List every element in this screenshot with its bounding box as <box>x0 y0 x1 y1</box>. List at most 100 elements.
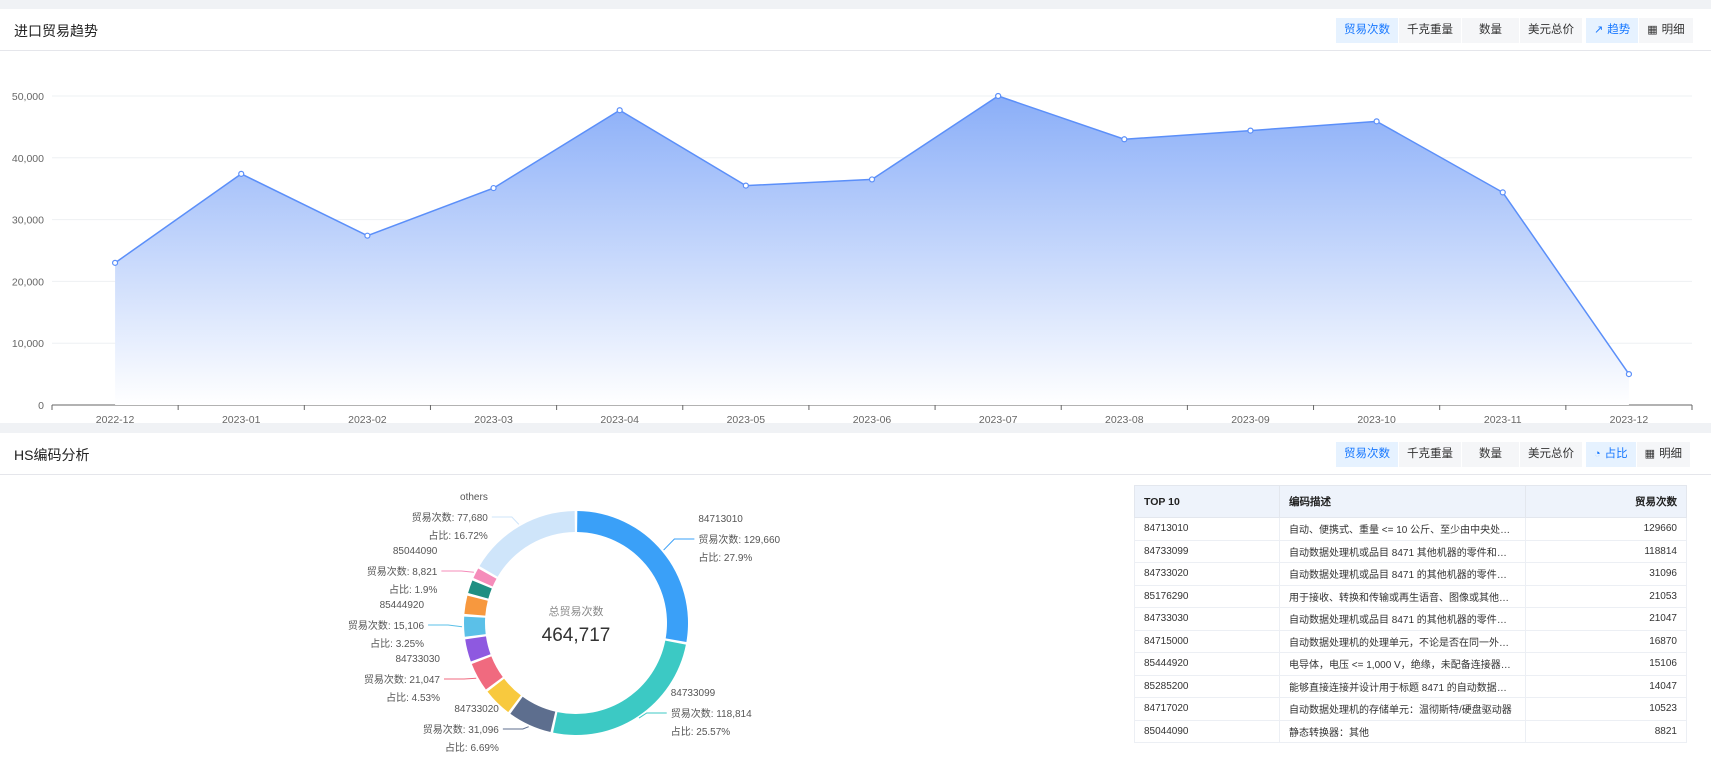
x-tick-label: 2023-08 <box>1105 414 1144 423</box>
table-header-row: TOP 10 编码描述 贸易次数 <box>1134 485 1687 518</box>
table-row[interactable]: 84733020 自动数据处理机或品目 8471 的其他机器的零件和配... 310… <box>1134 562 1687 586</box>
trend-panel: 进口贸易趋势 贸易次数 千克重量 数量 美元总价 ↗ 趋势 ▦ 明细 0 10,000 20,0… <box>0 9 1711 423</box>
x-tick-label: 2023-10 <box>1357 414 1396 423</box>
donut-slice-84733020 <box>510 696 556 733</box>
table-cell-count: 129660 <box>1525 517 1687 541</box>
slice-label-pct: 占比: 25.57% <box>671 725 731 738</box>
slice-label-code: 85044090 <box>393 546 438 557</box>
donut-slice-84713010 <box>577 511 688 642</box>
col-header-description[interactable]: 编码描述 <box>1279 485 1526 518</box>
slice-label-count: 贸易次数: 77,680 <box>412 511 489 524</box>
table-row[interactable]: 85176290 用于接收、转换和传输或再生语音、图像或其他数据... 21053 <box>1134 584 1687 608</box>
table-cell-desc: 用于接收、转换和传输或再生语音、图像或其他数据... <box>1279 584 1526 608</box>
table-cell-code: 84713010 <box>1134 517 1280 541</box>
hs-metric-button-3[interactable]: 美元总价 <box>1520 442 1583 467</box>
table-row[interactable]: 85044090 静态转换器：其他 8821 <box>1134 719 1687 743</box>
pie-chart-icon: ◔ <box>1594 448 1601 460</box>
table-row[interactable]: 84715000 自动数据处理机的处理单元，不论是否在同一外壳内... 16870 <box>1134 629 1687 653</box>
data-point <box>364 232 371 239</box>
y-tick-label: 20,000 <box>12 276 44 288</box>
col-header-count[interactable]: 贸易次数 <box>1525 485 1687 518</box>
table-cell-count: 118814 <box>1525 539 1687 563</box>
table-cell-code: 85044090 <box>1134 719 1280 743</box>
table-cell-code: 84733020 <box>1134 562 1280 586</box>
slice-label-count: 贸易次数: 31,096 <box>423 723 500 736</box>
data-point <box>742 182 749 189</box>
table-cell-desc: 静态转换器：其他 <box>1279 719 1526 743</box>
table-cell-code: 84717020 <box>1134 697 1280 721</box>
slice-label-code: 84733030 <box>396 654 441 665</box>
hs-panel-title: HS编码分析 <box>14 447 90 463</box>
trend-metric-button-1[interactable]: 千克重量 <box>1399 18 1462 43</box>
table-cell-count: 21047 <box>1525 607 1687 631</box>
table-row[interactable]: 84717020 自动数据处理机的存储单元：温彻斯特/硬盘驱动器 10523 <box>1134 697 1687 721</box>
data-point <box>1625 371 1633 378</box>
donut-center-label: 总贸易次数 <box>549 604 604 618</box>
x-tick-label: 2023-12 <box>1610 414 1649 423</box>
hs-metric-switch: 贸易次数 千克重量 数量 美元总价 <box>1336 442 1583 467</box>
label-leader-84733030 <box>444 677 477 680</box>
table-cell-count: 8821 <box>1525 719 1687 743</box>
table-cell-code: 85285200 <box>1134 674 1280 698</box>
trend-view-button-1[interactable]: ▦ 明细 <box>1639 18 1694 43</box>
data-point <box>1247 127 1254 134</box>
table-row[interactable]: 84733099 自动数据处理机或品目 8471 其他机器的零件和配件... 118… <box>1134 539 1687 563</box>
trend-view-label-1: 明细 <box>1661 24 1685 36</box>
trend-metric-button-3[interactable]: 美元总价 <box>1520 18 1583 43</box>
y-tick-label: 0 <box>38 400 44 412</box>
table-cell-count: 15106 <box>1525 652 1687 676</box>
slice-label-pct: 占比: 16.72% <box>428 529 488 542</box>
hs-metric-button-0[interactable]: 贸易次数 <box>1336 442 1399 467</box>
hs-panel: HS编码分析 贸易次数 千克重量 数量 美元总价 ◔ 占比 ▦ 明细 总贸易次数 464,71… <box>0 433 1711 783</box>
col-header-top10[interactable]: TOP 10 <box>1134 485 1280 518</box>
trend-metric-button-2[interactable]: 数量 <box>1462 18 1520 43</box>
slice-label-code: 84733099 <box>671 688 716 699</box>
data-point <box>995 92 1002 100</box>
data-point <box>238 170 245 177</box>
x-tick-label: 2022-12 <box>96 414 135 423</box>
table-cell-count: 31096 <box>1525 562 1687 586</box>
trend-panel-header: 进口贸易趋势 贸易次数 千克重量 数量 美元总价 ↗ 趋势 ▦ 明细 <box>0 9 1711 51</box>
trend-view-button-0[interactable]: ↗ 趋势 <box>1586 18 1640 43</box>
slice-label-count: 贸易次数: 8,821 <box>367 565 438 578</box>
hs-view-label-0: 占比 <box>1604 448 1628 460</box>
x-tick-label: 2023-09 <box>1231 414 1270 423</box>
x-tick-label: 2023-04 <box>600 414 639 423</box>
x-tick-label: 2023-11 <box>1484 414 1522 423</box>
table-row[interactable]: 84733030 自动数据处理机或品目 8471 的其他机器的零件和附... 210… <box>1134 607 1687 631</box>
donut-slice-85444920 <box>463 616 486 637</box>
label-leader-others <box>491 516 520 525</box>
hs-metric-button-2[interactable]: 数量 <box>1462 442 1520 467</box>
table-cell-count: 16870 <box>1525 629 1687 653</box>
x-tick-label: 2023-02 <box>348 414 387 423</box>
slice-label-pct: 占比: 4.53% <box>386 691 440 704</box>
table-cell-count: 21053 <box>1525 584 1687 608</box>
hs-view-button-1[interactable]: ▦ 明细 <box>1636 442 1692 467</box>
slice-label-code: 84733020 <box>454 704 499 715</box>
table-cell-desc: 能够直接连接并设计用于标题 8471 的自动数据处理... <box>1279 674 1526 698</box>
table-row[interactable]: 85444920 电导体，电压 <= 1,000 V，绝缘，未配备连接器，其...… <box>1134 652 1687 676</box>
label-leader-84733099 <box>638 712 667 719</box>
label-leader-85044090 <box>441 570 474 573</box>
table-icon: ▦ <box>1644 448 1656 460</box>
data-point <box>111 259 119 266</box>
donut-slice-85285200 <box>464 595 488 616</box>
hs-view-button-0[interactable]: ◔ 占比 <box>1586 442 1637 467</box>
trend-panel-title: 进口贸易趋势 <box>14 23 98 39</box>
trend-metric-button-0[interactable]: 贸易次数 <box>1336 18 1399 43</box>
table-cell-desc: 自动、便携式、重量 <= 10 公斤、至少由中央处理器... <box>1279 517 1526 541</box>
donut-center-value: 464,717 <box>542 625 611 646</box>
donut-slice-others <box>479 511 575 577</box>
table-cell-code: 84733030 <box>1134 607 1280 631</box>
donut-slice-84715000 <box>465 636 491 662</box>
slice-label-pct: 占比: 6.69% <box>445 741 499 754</box>
x-tick-label: 2023-03 <box>474 414 513 423</box>
data-point <box>1373 118 1380 125</box>
table-row[interactable]: 85285200 能够直接连接并设计用于标题 8471 的自动数据处理... 140… <box>1134 674 1687 698</box>
hs-metric-button-1[interactable]: 千克重量 <box>1399 442 1462 467</box>
data-point <box>616 107 623 114</box>
slice-label-count: 贸易次数: 129,660 <box>698 533 780 546</box>
y-tick-label: 40,000 <box>12 153 44 165</box>
hs-top10-table: TOP 10 编码描述 贸易次数 84713010 自动、便携式、重量 <= 10… <box>1134 485 1687 743</box>
table-row[interactable]: 84713010 自动、便携式、重量 <= 10 公斤、至少由中央处理器... 12… <box>1134 517 1687 541</box>
